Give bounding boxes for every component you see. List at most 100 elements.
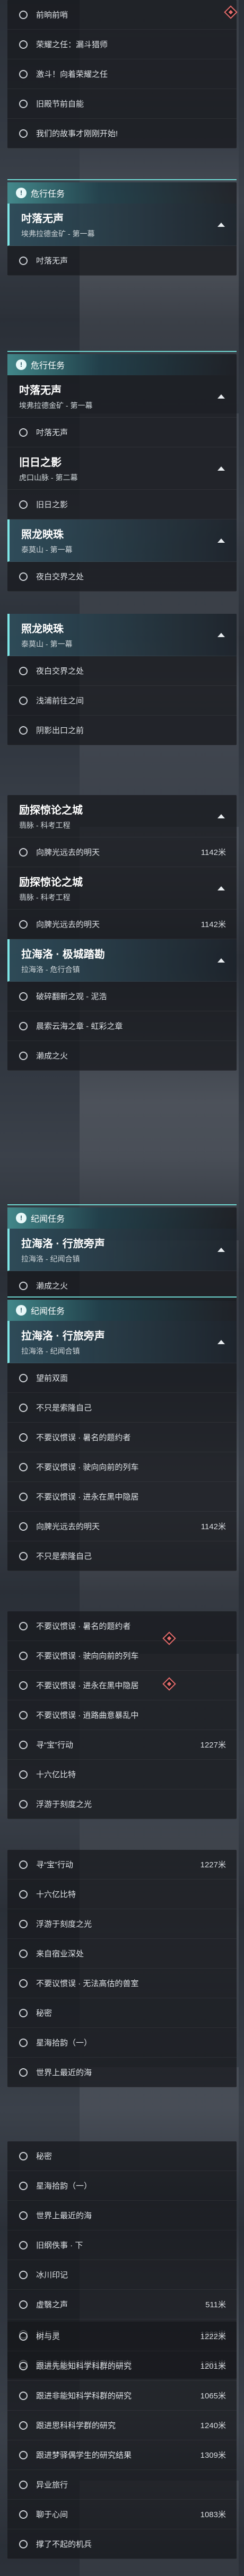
chevron-up-icon[interactable] <box>217 814 225 818</box>
chevron-up-icon[interactable] <box>217 222 225 227</box>
distance-label: 1142米 <box>201 1522 226 1531</box>
quest-title: 吋落无声 <box>19 385 62 396</box>
list-item[interactable]: 夜白交界之处 <box>7 656 237 686</box>
list-item-label: 阴影出口之前 <box>36 726 84 735</box>
category-header[interactable]: ! 纪闻任务 <box>7 1207 237 1229</box>
list-item[interactable]: 浮游于刻度之光 <box>7 1909 237 1939</box>
list-item-label: 不要议惯误 · 逍路曲意暴乱中 <box>36 1711 139 1720</box>
list-item-label: 旧日之影 <box>36 500 68 509</box>
list-item[interactable]: 旧殿节前自能 <box>7 89 237 119</box>
list-item[interactable]: 阴影出口之前 <box>7 716 237 745</box>
list-item[interactable]: 寻“宝”行动 1227米 <box>7 1850 237 1880</box>
category-header[interactable]: ! 纪闻任务 <box>7 1300 237 1321</box>
list-item[interactable]: 不要议惯误 · 进永在黑中隐居 <box>7 1482 237 1512</box>
list-item[interactable]: 向脾光远去的明天 1142米 <box>7 837 237 867</box>
list-item-label: 不只是索隆自己 <box>36 1404 92 1413</box>
list-item[interactable]: 来自宿业深处 <box>7 1939 237 1969</box>
quest-panel: 前晌前哨 荣耀之任：漏斗猎师 激斗！向着荣耀之任 旧殿节前自能 我们的故事才刚刚开始! <box>7 0 237 148</box>
list-item[interactable]: 跟进思科科学群的研究 1240米 <box>7 2411 237 2440</box>
list-item[interactable]: 旧纲佚事 · 下 <box>7 2230 237 2260</box>
distance-label: 1227米 <box>200 1860 226 1869</box>
list-item[interactable]: 不只是索隆自己 <box>7 1541 237 1571</box>
quest-header[interactable]: 吋落无声 埃弗拉德金矿 - 第一幕 <box>7 375 237 418</box>
chevron-up-icon[interactable] <box>217 394 225 399</box>
list-item[interactable]: 前晌前哨 <box>7 0 237 30</box>
list-item-label: 星海拾韵（一） <box>36 2039 92 2048</box>
list-item[interactable]: 不要议惯误 · 进永在黑中隐居 <box>7 1671 237 1700</box>
list-item[interactable]: 撑了不起的机兵 <box>7 2529 237 2559</box>
list-item-label: 来自宿业深处 <box>36 1949 84 1959</box>
list-item[interactable]: 世界上最近的海 <box>7 2058 237 2087</box>
list-item[interactable]: 望前双面 <box>7 1363 237 1393</box>
list-item[interactable]: 激斗！向着荣耀之任 <box>7 59 237 89</box>
distance-label: 1083米 <box>200 2510 226 2519</box>
list-item-label: 浮游于刻度之光 <box>36 1920 92 1929</box>
list-item-label: 浮游于刻度之光 <box>36 1800 92 1809</box>
quest-header[interactable]: 照龙映珠 泰莫山 - 第一幕 <box>7 519 237 562</box>
circle-icon <box>19 2300 28 2309</box>
quest-header[interactable]: 励探惊论之城 翡脉 - 科考工程 <box>7 867 237 910</box>
list-item[interactable]: 不要议惯误 · 无法高估的兽室 <box>7 1969 237 1998</box>
chevron-up-icon[interactable] <box>217 466 225 471</box>
quest-header[interactable]: 拉海洛 · 行旅旁声 拉海洛 - 纪闻合镇 <box>7 1229 237 1271</box>
circle-icon <box>19 1949 28 1958</box>
list-item[interactable]: 聊于心间 1083米 <box>7 2500 237 2529</box>
chevron-up-icon[interactable] <box>217 1339 225 1344</box>
list-item[interactable]: 跟进梦驿偶学生的研究结果 1309米 <box>7 2440 237 2470</box>
list-item[interactable]: 濑成之火 <box>7 1041 237 1071</box>
list-item[interactable]: 跟进先能知科学科群的研究 1201米 <box>7 2351 237 2381</box>
category-header[interactable]: ! 危行任务 <box>7 354 237 375</box>
category-header[interactable]: ! 危行任务 <box>7 182 237 204</box>
list-item[interactable]: 星海拾韵（一） <box>7 2028 237 2058</box>
list-item-label: 冰川印记 <box>36 2271 68 2280</box>
list-item[interactable]: 冰川印记 <box>7 2260 237 2290</box>
list-item[interactable]: 十六亿比特 <box>7 1880 237 1909</box>
list-item[interactable]: 星海拾韵（一） <box>7 2171 237 2201</box>
quest-header[interactable]: 励探惊论之城 翡脉 - 科考工程 <box>7 795 237 837</box>
list-item-label: 不只是索隆自己 <box>36 1552 92 1561</box>
list-item[interactable]: 吋落无声 <box>7 246 237 276</box>
list-item[interactable]: 吋落无声 <box>7 418 237 447</box>
chevron-up-icon[interactable] <box>217 632 225 637</box>
list-item[interactable]: 秘密 <box>7 2141 237 2171</box>
list-item[interactable]: 不只是索隆自己 <box>7 1393 237 1423</box>
list-item[interactable]: 破碎翻新之观 - 泥浩 <box>7 982 237 1011</box>
list-item[interactable]: 不要议惯误 · 逍路曲意暴乱中 <box>7 1700 237 1730</box>
distance-label: 1142米 <box>201 920 226 929</box>
list-item[interactable]: 向脾光远去的明天 1142米 <box>7 910 237 939</box>
chevron-up-icon[interactable] <box>217 886 225 890</box>
quest-header[interactable]: 旧日之影 虎口山脉 - 第二幕 <box>7 447 237 490</box>
chevron-up-icon[interactable] <box>217 538 225 543</box>
list-item[interactable]: 浮游于刻度之光 <box>7 1789 237 1819</box>
list-item[interactable]: 晨索云海之章 - 虹彩之章 <box>7 1011 237 1041</box>
list-item[interactable]: 不要议惯误 · 驶向向前的列车 <box>7 1641 237 1671</box>
list-item[interactable]: 不要议惯误 · 驶向向前的列车 <box>7 1452 237 1482</box>
list-item[interactable]: 不要议惯误 · 暑名的题约者 <box>7 1423 237 1452</box>
distance-label: 1227米 <box>200 1741 226 1750</box>
list-item[interactable]: 十六亿比特 <box>7 1760 237 1789</box>
list-item[interactable]: 浅浦前往之间 <box>7 686 237 716</box>
list-item[interactable]: 寻“宝”行动 1227米 <box>7 1730 237 1760</box>
list-item[interactable]: 夜白交界之处 <box>7 562 237 592</box>
list-item[interactable]: 世界上最近的海 <box>7 2201 237 2230</box>
quest-title: 旧日之影 <box>19 457 62 469</box>
list-item[interactable]: 秘密 <box>7 1998 237 2028</box>
quest-title: 拉海洛 · 行旅旁声 <box>21 1238 105 1250</box>
quest-title: 吋落无声 <box>21 213 64 225</box>
chevron-up-icon[interactable] <box>217 958 225 963</box>
quest-header[interactable]: 吋落无声 埃弗拉德金矿 - 第一幕 <box>7 204 237 246</box>
quest-header[interactable]: 拉海洛 · 行旅旁声 拉海洛 - 纪闻合镇 <box>7 1321 237 1363</box>
list-item[interactable]: 旧日之影 <box>7 490 237 519</box>
list-item[interactable]: 不要议惯误 · 暑名的题约者 <box>7 1611 237 1641</box>
quest-header[interactable]: 照龙映珠 泰莫山 - 第一幕 <box>7 614 237 656</box>
list-item[interactable]: 向脾光远去的明天 1142米 <box>7 1512 237 1541</box>
list-item[interactable]: 跟进非能知科学科群的研究 1065米 <box>7 2381 237 2411</box>
list-item[interactable]: 我们的故事才刚刚开始! <box>7 119 237 148</box>
list-item[interactable]: 树与灵 1222米 <box>7 2322 237 2351</box>
list-item[interactable]: 虚翳之声 511米 <box>7 2290 237 2319</box>
list-item[interactable]: 荣耀之任：漏斗猎师 <box>7 30 237 59</box>
chevron-up-icon[interactable] <box>217 1247 225 1252</box>
distance-label: 1142米 <box>201 848 226 857</box>
quest-header[interactable]: 拉海洛 · 极城踏勘 拉海洛 - 危行合镇 <box>7 939 237 982</box>
list-item[interactable]: 异业旅行 <box>7 2470 237 2500</box>
